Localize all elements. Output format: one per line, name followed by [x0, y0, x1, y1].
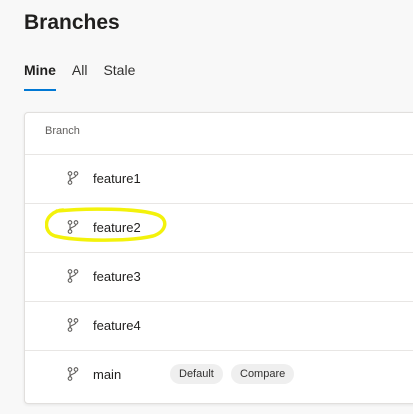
tab-mine[interactable]: Mine — [24, 60, 56, 94]
branch-column-header: Branch — [45, 125, 80, 137]
tab-all[interactable]: All — [72, 60, 88, 94]
branch-name[interactable]: feature2 — [93, 220, 141, 235]
default-badge: Default — [170, 364, 223, 384]
branch-name[interactable]: main — [93, 367, 121, 382]
table-row[interactable]: feature4 — [25, 302, 413, 351]
branch-name[interactable]: feature1 — [93, 171, 141, 186]
branch-icon — [67, 269, 79, 283]
branches-table: Branch feature1 feature2 feature3 featur… — [24, 112, 413, 404]
branch-icon — [67, 367, 79, 381]
tab-bar: Mine All Stale — [24, 60, 151, 94]
branch-icon — [67, 220, 79, 234]
page-title: Branches — [24, 11, 120, 34]
branch-name[interactable]: feature3 — [93, 269, 141, 284]
table-row[interactable]: feature2 — [25, 204, 413, 253]
page: Branches Mine All Stale Branch feature1 — [0, 0, 413, 414]
tab-stale[interactable]: Stale — [103, 60, 135, 94]
branch-icon — [67, 318, 79, 332]
branch-icon — [67, 171, 79, 185]
branch-name[interactable]: feature4 — [93, 318, 141, 333]
table-row[interactable]: main Default Compare — [25, 351, 413, 399]
table-header: Branch — [25, 113, 413, 155]
table-row[interactable]: feature3 — [25, 253, 413, 302]
compare-badge[interactable]: Compare — [231, 364, 295, 384]
table-row[interactable]: feature1 — [25, 155, 413, 204]
